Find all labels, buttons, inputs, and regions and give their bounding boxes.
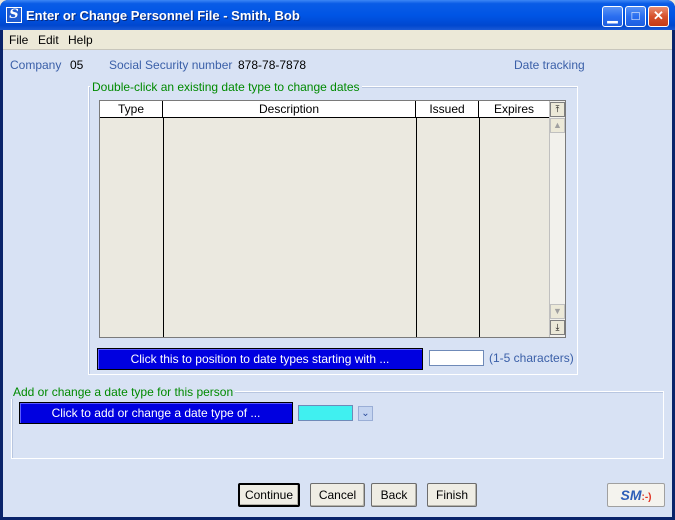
scroll-bottom-icon[interactable]: ⤓ [550,320,565,335]
ssn-value: 878-78-7878 [238,58,307,72]
date-types-table[interactable]: Type Description Issued Expires ⤒ ▲ ▼ ⤓ [99,100,566,338]
app-icon[interactable]: S [6,7,22,23]
column-header-description[interactable]: Description [163,101,416,118]
menu-bar: File Edit Help [3,30,672,50]
position-prefix-input[interactable] [429,350,484,366]
add-date-type-caption: Add or change a date type for this perso… [11,385,236,399]
position-date-types-button[interactable]: Click this to position to date types sta… [97,348,423,370]
column-header-type[interactable]: Type [100,101,163,118]
sm-logo[interactable]: SM:-) [607,483,665,507]
column-divider [479,118,480,337]
smiley-icon: :-) [641,492,652,503]
scroll-down-icon[interactable]: ▼ [550,304,565,319]
maximize-button[interactable]: □ [625,6,646,27]
table-header: Type Description Issued Expires [100,101,549,118]
ssn-label: Social Security number [109,58,233,72]
continue-button[interactable]: Continue [238,483,300,507]
form-body: Company 05 Social Security number 878-78… [3,50,672,517]
company-value: 05 [70,58,84,72]
cancel-button[interactable]: Cancel [310,483,365,507]
chevron-down-icon[interactable]: ⌄ [358,406,373,421]
column-divider [416,118,417,337]
menu-file[interactable]: File [9,33,28,47]
finish-button[interactable]: Finish [427,483,477,507]
column-header-issued[interactable]: Issued [416,101,479,118]
title-bar[interactable]: S Enter or Change Personnel File - Smith… [0,0,675,30]
column-divider [163,118,164,337]
company-label: Company [10,58,62,72]
sm-logo-text: SM [620,487,642,503]
menu-help[interactable]: Help [68,33,93,47]
add-date-type-button[interactable]: Click to add or change a date type of ..… [19,402,293,424]
close-button[interactable]: ✕ [648,6,669,27]
date-types-caption: Double-click an existing date type to ch… [90,80,362,94]
window-title: Enter or Change Personnel File - Smith, … [26,8,300,23]
date-type-input[interactable] [298,405,353,421]
scroll-up-icon[interactable]: ▲ [550,118,565,133]
back-button[interactable]: Back [371,483,417,507]
app-window: S Enter or Change Personnel File - Smith… [0,0,675,520]
scroll-top-icon[interactable]: ⤒ [550,102,565,117]
column-header-expires[interactable]: Expires [479,101,549,118]
date-tracking-label: Date tracking [514,58,585,72]
position-hint: (1-5 characters) [489,351,574,365]
minimize-button[interactable]: ▁ [602,6,623,27]
menu-edit[interactable]: Edit [38,33,59,47]
table-scrollbar[interactable]: ⤒ ▲ ▼ ⤓ [549,101,565,337]
